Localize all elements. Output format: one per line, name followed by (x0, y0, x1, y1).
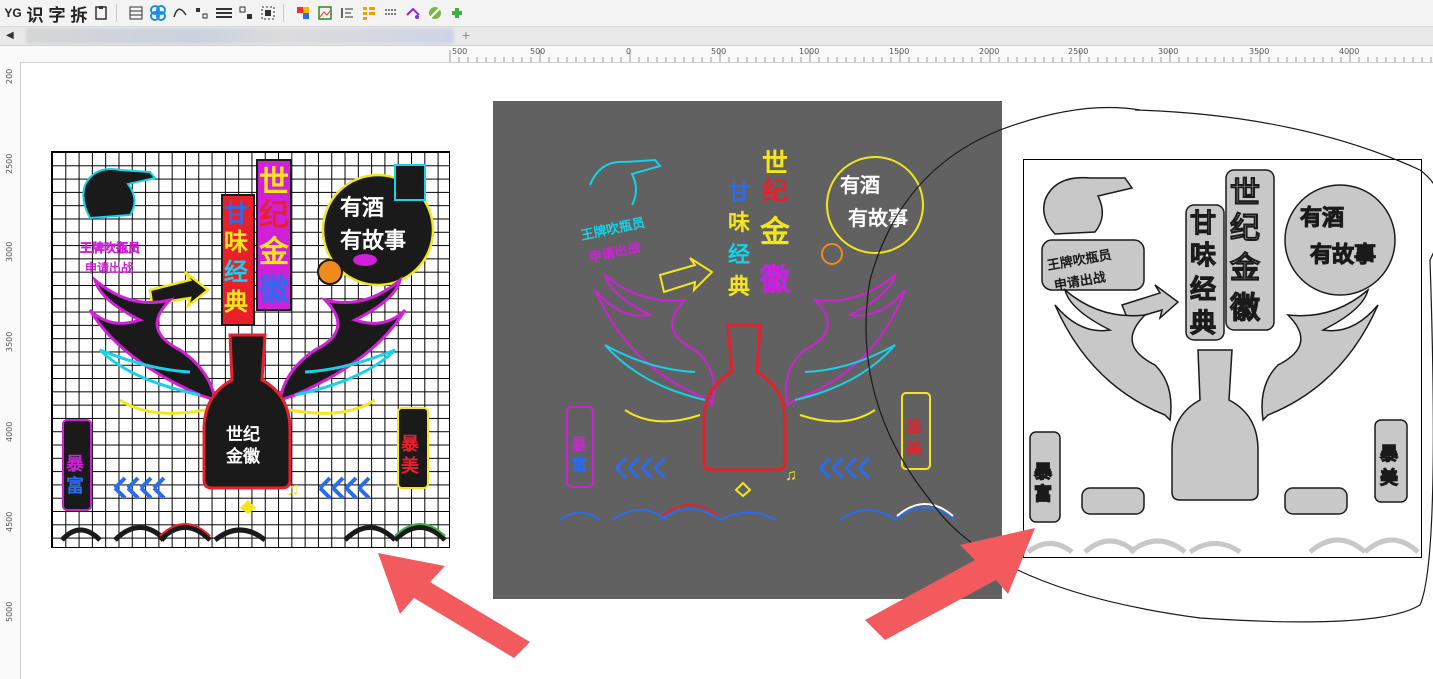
chevron-cutline-right (1284, 487, 1348, 515)
emblem-ring-icon (826, 156, 924, 254)
tower-title-char: 金 (759, 215, 791, 250)
badge-line1-text: 王牌吹瓶员 (580, 215, 647, 244)
star-icon (734, 481, 752, 498)
dab-figure-outline-icon (589, 158, 662, 206)
tower-title-char: 徽 (1229, 291, 1261, 326)
beauty-tag-char: 暴 (401, 434, 420, 455)
wave-decoration (559, 506, 956, 521)
tower-sub-char: 味 (728, 211, 750, 236)
artwork-overlay: 王牌吹瓶员 申请出战 世 纪 金 徽 甘 味 经 典 有酒 有故事 世纪 金徽 … (60, 106, 1433, 658)
wave-cutline (1026, 537, 1420, 555)
tower-title-char: 徽 (258, 273, 290, 308)
tower-sub-char: 典 (728, 275, 750, 300)
beauty-tag-char: 美 (1380, 467, 1398, 489)
tower-title-char: 金 (258, 235, 290, 270)
badge-line1-text: 王牌吹瓶员 (80, 240, 140, 255)
red-arrow-left-icon (378, 553, 530, 658)
beauty-tag: 暴 美 (397, 407, 429, 489)
tower-title-char: 徽 (759, 263, 791, 298)
cutline-panel-artwork: 王牌吹瓶员 申请出战 世 纪 金 徽 甘 味 经 典 有酒 有故事 暴 富 暴 … (1026, 169, 1420, 555)
tower-sub-char: 典 (1190, 309, 1216, 339)
tower-title-char: 世 (259, 165, 289, 200)
emblem-line2-text: 有故事 (1310, 242, 1376, 268)
tower-title: 世 纪 金 徽 甘 味 经 典 (221, 159, 292, 326)
tower-title-char: 世 (1230, 176, 1260, 211)
wave-decoration (60, 525, 447, 543)
bottle-cutline-icon (1171, 349, 1259, 501)
chevron-right-icon (318, 476, 371, 500)
emblem-line1-text: 有酒 (1300, 205, 1344, 231)
wine-story-emblem: 有酒 有故事 (317, 164, 435, 287)
emblem-line1-text: 有酒 (340, 195, 384, 221)
red-arrow-right-icon (865, 528, 1035, 640)
tower-title-char: 世 (762, 149, 788, 179)
badge-line2-text: 申请出战 (588, 239, 642, 265)
left-wing-icon (594, 272, 715, 409)
chevron-left-icon (113, 476, 166, 500)
tower-title-char: 纪 (259, 198, 289, 233)
rich-tag-char: 暴 (66, 454, 85, 475)
right-wing-cutline-icon (1261, 287, 1379, 422)
dark-panel-artwork: 王牌吹瓶员 申请出战 世 纪 金 徽 甘 味 经 典 有酒 有故事 暴 富 暴 … (559, 149, 956, 521)
bottle-line1-text: 世纪 (226, 424, 260, 445)
chevron-left-icon (614, 456, 667, 480)
tower-sub-char: 经 (1190, 274, 1216, 305)
chevron-cutline-left (1081, 487, 1145, 515)
tower-title-char: 纪 (1230, 211, 1260, 246)
tower-sub-char: 味 (224, 228, 248, 256)
beauty-tag-char: 美 (906, 439, 923, 458)
dab-figure-icon (82, 168, 157, 220)
emblem-line2-text: 有故事 (340, 228, 406, 254)
tower-sub-char: 味 (1190, 241, 1216, 271)
beauty-tag-char: 暴 (1380, 444, 1399, 465)
rich-tag-char: 暴 (570, 435, 588, 454)
rich-tag-char: 暴 (1034, 462, 1053, 483)
bottle-icon: 世纪 金徽 (202, 333, 292, 490)
tower-sub-char: 甘 (224, 200, 248, 228)
tower-title-char: 纪 (762, 176, 788, 207)
right-wing-icon (785, 272, 906, 407)
beauty-tag-char: 美 (401, 455, 419, 477)
tower-sub-char: 甘 (728, 181, 750, 206)
rich-tag-char: 富 (571, 455, 587, 474)
dab-figure-cutline-icon (1043, 176, 1134, 235)
tower-sub-char: 经 (224, 258, 248, 286)
tower-sub-char: 经 (728, 242, 750, 268)
rich-tag-char: 富 (1034, 483, 1052, 505)
chevron-right-icon (818, 456, 871, 480)
bottle-outline-icon (702, 323, 787, 472)
badge-line2-text: 申请出战 (85, 260, 133, 275)
rich-tag-char: 富 (66, 475, 84, 497)
tower-title-char: 金 (1229, 251, 1261, 286)
neon-arrow-icon (658, 257, 714, 294)
beauty-tag-char: 暴 (905, 417, 923, 436)
bottle-line2-text: 金徽 (225, 446, 261, 467)
rich-tag: 暴 富 (62, 419, 92, 511)
tower-sub-char: 甘 (1190, 209, 1216, 239)
tower-sub-char: 典 (224, 288, 248, 316)
emblem-line1-text: 有酒 (840, 173, 880, 197)
emblem-cutline-icon (1284, 184, 1396, 296)
music-note-icon: ♫ (286, 479, 300, 499)
music-note-icon: ♫ (785, 467, 797, 484)
grid-panel-artwork: 王牌吹瓶员 申请出战 世 纪 金 徽 甘 味 经 典 有酒 有故事 世纪 金徽 … (60, 159, 447, 543)
emblem-line2-text: 有故事 (848, 206, 908, 230)
star-icon (240, 500, 256, 514)
